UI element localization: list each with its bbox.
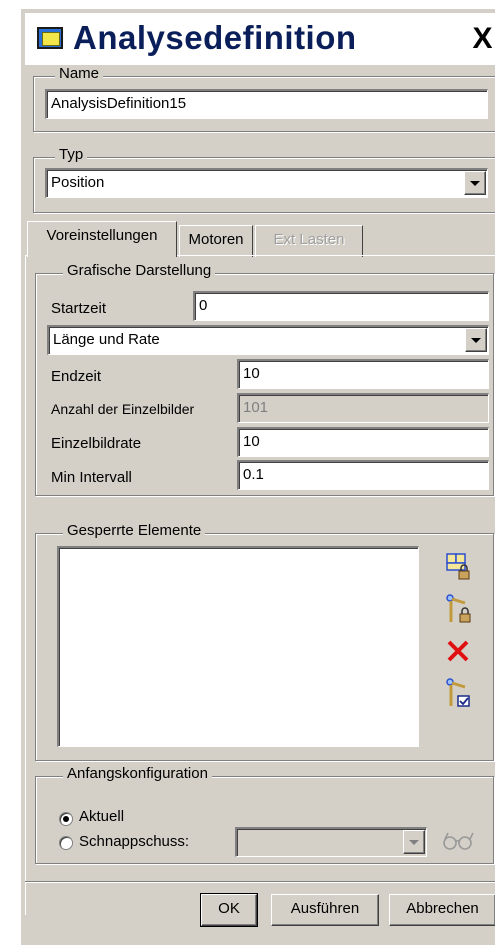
run-button[interactable]: Ausführen <box>271 894 379 926</box>
end-time-input[interactable]: 10 <box>237 359 489 389</box>
mode-select-value: Länge und Rate <box>53 331 160 348</box>
graphics-legend: Grafische Darstellung <box>63 262 216 279</box>
radio-current[interactable] <box>59 812 73 826</box>
bottom-separator <box>25 881 495 883</box>
delete-icon[interactable] <box>445 635 473 667</box>
end-time-label: Endzeit <box>51 368 102 385</box>
start-time-label: Startzeit <box>51 300 107 317</box>
ok-button[interactable]: OK <box>200 893 258 927</box>
initial-config-legend: Anfangskonfiguration <box>63 765 212 782</box>
title-bar: Analysedefinition X <box>25 13 495 65</box>
type-dropdown-arrow-icon[interactable] <box>464 171 486 195</box>
window-title: Analysedefinition <box>73 19 357 56</box>
analysis-definition-dialog: Analysedefinition X Name AnalysisDefinit… <box>20 8 495 945</box>
min-interval-label: Min Intervall <box>51 469 132 486</box>
type-legend: Typ <box>55 146 88 163</box>
locked-elements-list[interactable] <box>57 546 419 747</box>
tab-voreinstellungen[interactable]: Voreinstellungen <box>27 221 177 257</box>
frame-count-label: Anzahl der Einzelbilder <box>51 401 195 417</box>
frame-rate-input[interactable]: 10 <box>237 427 489 457</box>
glasses-icon <box>441 827 477 859</box>
snapshot-dropdown-arrow-icon <box>403 830 425 854</box>
radio-snapshot-label[interactable]: Schnappschuss: <box>79 833 189 850</box>
enable-connection-icon[interactable] <box>445 677 473 709</box>
frame-rate-label: Einzelbildrate <box>51 435 142 452</box>
type-select-value: Position <box>51 174 105 191</box>
app-icon <box>37 27 63 49</box>
radio-current-label[interactable]: Aktuell <box>79 808 124 825</box>
frame-count-input: 101 <box>237 393 489 423</box>
name-input[interactable]: AnalysisDefinition15 <box>45 89 488 119</box>
locked-elements-legend: Gesperrte Elemente <box>63 522 206 539</box>
mode-dropdown-arrow-icon[interactable] <box>465 328 487 352</box>
close-button[interactable]: X <box>469 23 495 55</box>
start-time-input[interactable]: 0 <box>193 291 489 321</box>
lock-component-icon[interactable] <box>445 551 473 583</box>
radio-snapshot[interactable] <box>59 836 73 850</box>
min-interval-input[interactable]: 0.1 <box>237 460 489 490</box>
lock-body-icon[interactable] <box>445 593 473 625</box>
cancel-button[interactable]: Abbrechen <box>389 894 495 926</box>
tab-ext-lasten: Ext Lasten <box>255 225 363 257</box>
type-select[interactable]: Position <box>45 168 488 198</box>
tab-motoren[interactable]: Motoren <box>179 225 253 257</box>
mode-select[interactable]: Länge und Rate <box>47 325 489 355</box>
name-legend: Name <box>55 65 104 82</box>
snapshot-select <box>235 827 427 857</box>
